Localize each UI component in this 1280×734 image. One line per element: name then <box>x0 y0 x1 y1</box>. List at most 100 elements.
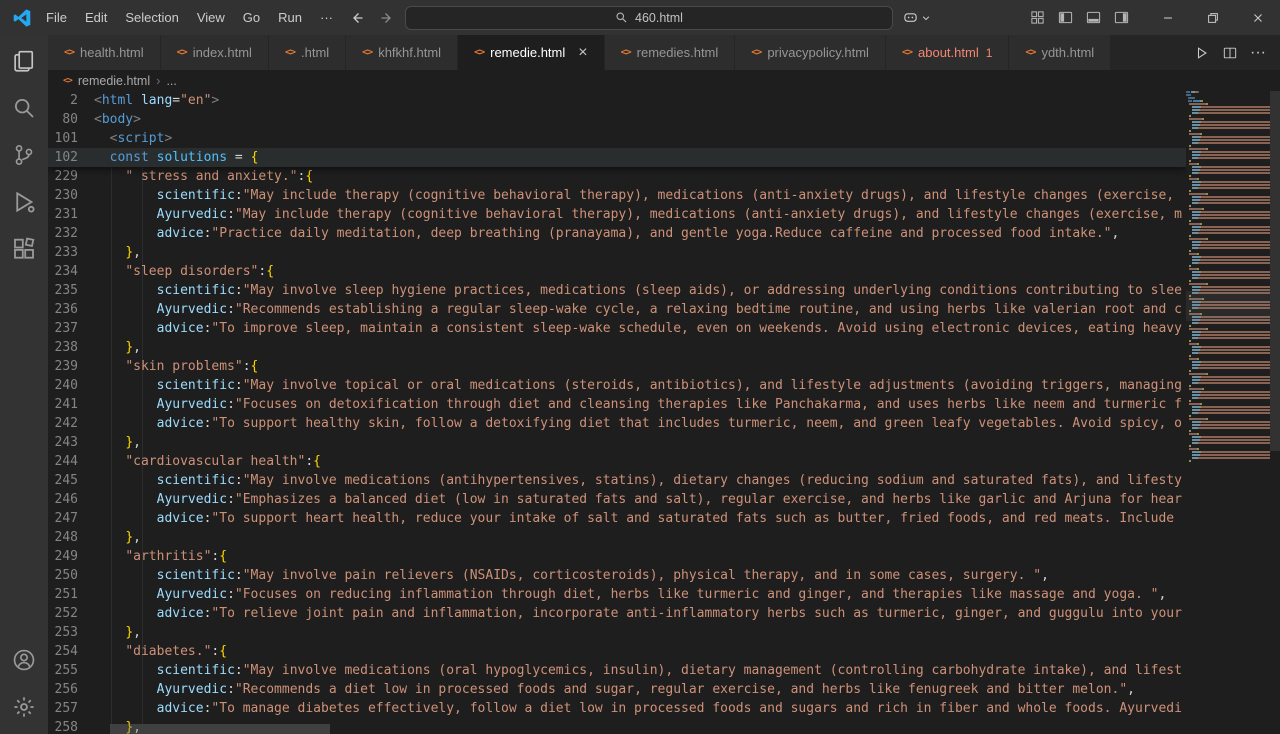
tab-ydth.html[interactable]: <> ydth.html <box>1009 35 1112 70</box>
code-line-247[interactable]: 247 advice:"To support heart health, red… <box>48 509 1186 528</box>
horizontal-scrollbar[interactable] <box>110 724 330 734</box>
vscode-window: File Edit Selection View Go Run ··· 460.html <box>0 0 1280 734</box>
sticky-scroll[interactable]: 2 <html lang="en"> 80 <body> 101 <script> 102… <box>48 91 1186 167</box>
copilot-icon <box>903 10 918 25</box>
code-line-238[interactable]: 238 }, <box>48 338 1186 357</box>
code-line-234[interactable]: 234 "sleep disorders":{ <box>48 262 1186 281</box>
line-number: 257 <box>54 701 78 716</box>
settings-icon[interactable] <box>0 683 48 730</box>
code-line-80[interactable]: 80 <body> <box>48 110 1186 129</box>
code-line-240[interactable]: 240 scientific:"May involve topical or o… <box>48 376 1186 395</box>
code-line-235[interactable]: 235 scientific:"May involve sleep hygien… <box>48 281 1186 300</box>
close-button[interactable] <box>1235 0 1280 35</box>
code-line-244[interactable]: 244 "cardiovascular health":{ <box>48 452 1186 471</box>
line-number: 231 <box>54 207 78 222</box>
code-line-229[interactable]: 229 " stress and anxiety.":{ <box>48 167 1186 186</box>
line-number: 236 <box>54 302 78 317</box>
source-control-icon[interactable] <box>0 131 48 178</box>
minimap[interactable] <box>1186 91 1270 734</box>
line-number: 239 <box>54 359 78 374</box>
code-area[interactable]: 229 " stress and anxiety.":{230 scientif… <box>48 167 1186 734</box>
accounts-icon[interactable] <box>0 636 48 683</box>
menu-edit[interactable]: Edit <box>76 0 116 35</box>
code-line-250[interactable]: 250 scientific:"May involve pain relieve… <box>48 566 1186 585</box>
code-line-239[interactable]: 239 "skin problems":{ <box>48 357 1186 376</box>
tab-label: ydth.html <box>1041 45 1095 60</box>
code-line-249[interactable]: 249 "arthritis":{ <box>48 547 1186 566</box>
back-arrow-icon[interactable] <box>345 6 369 30</box>
tab-privacypolicy.html[interactable]: <> privacypolicy.html <box>735 35 886 70</box>
search-icon <box>615 11 628 24</box>
toggle-panel-icon[interactable] <box>1079 4 1107 32</box>
tab-remedie.html[interactable]: <> remedie.html × <box>458 35 605 70</box>
tab-remedies.html[interactable]: <> remedies.html <box>604 35 736 70</box>
tab-health.html[interactable]: <> health.html <box>48 35 161 70</box>
run-and-debug-icon[interactable] <box>0 178 48 225</box>
restore-button[interactable] <box>1190 0 1235 35</box>
code-line-230[interactable]: 230 scientific:"May include therapy (cog… <box>48 186 1186 205</box>
code-line-232[interactable]: 232 advice:"Practice daily meditation, d… <box>48 224 1186 243</box>
code-line-245[interactable]: 245 scientific:"May involve medications … <box>48 471 1186 490</box>
copilot-button[interactable] <box>899 6 935 30</box>
code-line-254[interactable]: 254 "diabetes.":{ <box>48 642 1186 661</box>
code-line-233[interactable]: 233 }, <box>48 243 1186 262</box>
line-number: 234 <box>54 264 78 279</box>
code-line-2[interactable]: 2 <html lang="en"> <box>48 91 1186 110</box>
tab-close-icon[interactable]: × <box>578 44 587 61</box>
code-line-248[interactable]: 248 }, <box>48 528 1186 547</box>
vertical-scrollbar[interactable] <box>1270 91 1280 451</box>
code-line-236[interactable]: 236 Ayurvedic:"Recommends establishing a… <box>48 300 1186 319</box>
extensions-icon[interactable] <box>0 225 48 272</box>
activity-bar <box>0 35 48 734</box>
minimize-button[interactable] <box>1145 0 1190 35</box>
menu-file[interactable]: File <box>37 0 76 35</box>
code-line-237[interactable]: 237 advice:"To improve sleep, maintain a… <box>48 319 1186 338</box>
run-icon[interactable] <box>1190 41 1214 65</box>
menu-selection[interactable]: Selection <box>116 0 187 35</box>
code-line-102[interactable]: 102 const solutions = { <box>48 148 1186 167</box>
explorer-icon[interactable] <box>0 37 48 84</box>
tab-khfkhf.html[interactable]: <> khfkhf.html <box>346 35 459 70</box>
forward-arrow-icon[interactable] <box>375 6 399 30</box>
code-line-257[interactable]: 257 advice:"To manage diabetes effective… <box>48 699 1186 718</box>
editor[interactable]: 229 " stress and anxiety.":{230 scientif… <box>48 91 1280 734</box>
toggle-secondary-sidebar-icon[interactable] <box>1107 4 1135 32</box>
minimap-slider[interactable] <box>1186 291 1270 321</box>
line-number: 253 <box>54 625 78 640</box>
line-number: 229 <box>54 169 78 184</box>
breadcrumb-more[interactable]: ... <box>166 74 176 88</box>
search-icon[interactable] <box>0 84 48 131</box>
html-file-icon: <> <box>176 47 188 58</box>
code-line-243[interactable]: 243 }, <box>48 433 1186 452</box>
line-number: 233 <box>54 245 78 260</box>
search-value: 460.html <box>635 10 683 25</box>
indent-guide <box>142 167 143 724</box>
code-line-246[interactable]: 246 Ayurvedic:"Emphasizes a balanced die… <box>48 490 1186 509</box>
code-line-251[interactable]: 251 Ayurvedic:"Focuses on reducing infla… <box>48 585 1186 604</box>
command-center-search[interactable]: 460.html <box>405 5 893 30</box>
tab-index.html[interactable]: <> index.html <box>160 35 269 70</box>
code-line-255[interactable]: 255 scientific:"May involve medications … <box>48 661 1186 680</box>
tab-about.html[interactable]: <> about.html 1 <box>885 35 1010 70</box>
code-line-256[interactable]: 256 Ayurvedic:"Recommends a diet low in … <box>48 680 1186 699</box>
menu-more[interactable]: ··· <box>311 0 342 35</box>
menu-view[interactable]: View <box>188 0 234 35</box>
menu-run[interactable]: Run <box>269 0 311 35</box>
tab-label: health.html <box>80 45 144 60</box>
customize-layout-icon[interactable] <box>1023 4 1051 32</box>
code-line-252[interactable]: 252 advice:"To relieve joint pain and in… <box>48 604 1186 623</box>
code-line-101[interactable]: 101 <script> <box>48 129 1186 148</box>
code-line-253[interactable]: 253 }, <box>48 623 1186 642</box>
code-line-231[interactable]: 231 Ayurvedic:"May include therapy (cogn… <box>48 205 1186 224</box>
breadcrumb-file[interactable]: remedie.html <box>78 74 150 88</box>
split-editor-icon[interactable] <box>1218 41 1242 65</box>
toggle-primary-sidebar-icon[interactable] <box>1051 4 1079 32</box>
code-line-241[interactable]: 241 Ayurvedic:"Focuses on detoxification… <box>48 395 1186 414</box>
menu-go[interactable]: Go <box>234 0 269 35</box>
line-number: 249 <box>54 549 78 564</box>
html-file-icon: <> <box>620 47 632 58</box>
code-line-242[interactable]: 242 advice:"To support healthy skin, fol… <box>48 414 1186 433</box>
activitybar-bottom <box>0 636 48 730</box>
more-actions-icon[interactable]: ··· <box>1246 41 1270 65</box>
tab-.html[interactable]: <> .html <box>268 35 347 70</box>
